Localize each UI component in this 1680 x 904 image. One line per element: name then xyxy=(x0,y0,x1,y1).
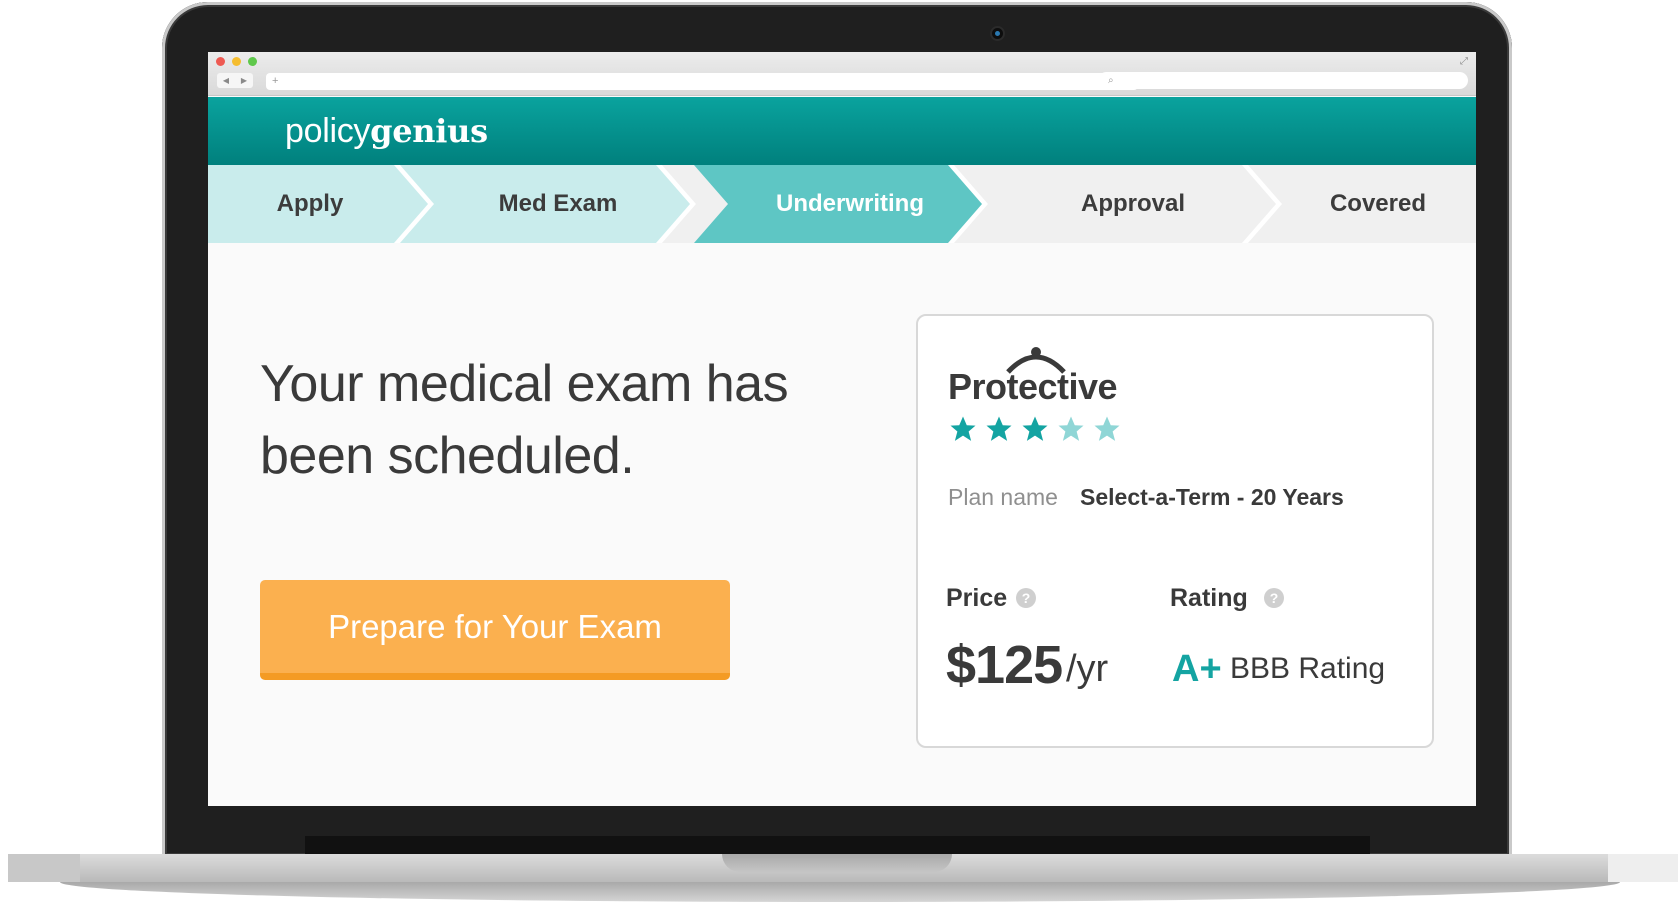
forward-icon[interactable]: ▶ xyxy=(241,76,247,85)
screen: ◀ ▶ + ⌕ ⤢ policygenius Apply Med Exam Ap… xyxy=(208,52,1476,806)
step-separator-icon xyxy=(394,165,434,243)
price-label: Price xyxy=(946,584,1008,612)
site-header: policygenius xyxy=(208,97,1476,165)
prepare-exam-button[interactable]: Prepare for Your Exam xyxy=(260,580,730,680)
laptop-base-bottom xyxy=(60,882,1620,902)
step-med-exam[interactable]: Med Exam xyxy=(412,165,694,243)
laptop-notch xyxy=(722,854,952,872)
price-unit: /yr xyxy=(1066,648,1109,690)
rating-grade: A+ xyxy=(1172,648,1222,690)
step-label: Apply xyxy=(276,190,344,217)
browser-toolbar: ◀ ▶ + ⌕ ⤢ xyxy=(208,52,1476,96)
step-separator-icon xyxy=(1242,165,1282,243)
step-label: Med Exam xyxy=(498,190,618,217)
fullscreen-icon[interactable]: ⤢ xyxy=(1460,56,1468,67)
step-separator-icon xyxy=(656,165,696,243)
rating-help-icon[interactable]: ? xyxy=(1264,588,1284,608)
carrier-name: Protective xyxy=(948,366,1118,407)
star-icon xyxy=(1058,416,1084,441)
step-covered[interactable]: Covered xyxy=(1280,165,1476,243)
maximize-window-button[interactable] xyxy=(248,57,257,66)
page-headline: Your medical exam has been scheduled. xyxy=(260,355,789,485)
step-apply[interactable]: Apply xyxy=(208,165,412,243)
star-icon xyxy=(1094,416,1120,441)
nav-buttons: ◀ ▶ xyxy=(217,73,253,88)
policygenius-logo[interactable]: policygenius xyxy=(285,112,488,151)
step-underwriting[interactable]: Underwriting xyxy=(694,165,986,243)
plan-card: Protective Plan name Select-a-Term - 20 … xyxy=(916,314,1434,748)
new-tab-icon[interactable]: + xyxy=(272,75,278,87)
step-label: Covered xyxy=(1329,190,1427,217)
rating-text: BBB Rating xyxy=(1230,652,1386,685)
plan-name-value: Select-a-Term - 20 Years xyxy=(1080,484,1344,510)
star-icon xyxy=(950,416,976,441)
step-separator-icon xyxy=(948,165,988,243)
laptop-hinge xyxy=(305,836,1370,854)
logo-text-light: policy xyxy=(285,112,371,150)
step-label: Underwriting xyxy=(776,190,924,217)
price-amount: $125 xyxy=(946,635,1063,695)
progress-steps: Apply Med Exam Approval Covered Underwri… xyxy=(208,165,1476,243)
close-window-button[interactable] xyxy=(216,57,225,66)
camera-icon xyxy=(992,28,1003,39)
star-icon xyxy=(986,416,1012,441)
minimize-window-button[interactable] xyxy=(232,57,241,66)
price-help-icon[interactable]: ? xyxy=(1016,588,1036,608)
star-icon xyxy=(1022,416,1048,441)
browser-search-field[interactable]: ⌕ xyxy=(1098,72,1468,89)
address-bar[interactable]: + xyxy=(266,73,1138,90)
star-rating xyxy=(948,414,1122,444)
step-label: Approval xyxy=(1080,190,1185,217)
search-icon: ⌕ xyxy=(1108,75,1114,86)
logo-text-bold: genius xyxy=(370,112,488,150)
plan-name-label: Plan name xyxy=(948,484,1058,510)
back-icon[interactable]: ◀ xyxy=(223,76,229,85)
step-approval[interactable]: Approval xyxy=(986,165,1280,243)
rating-label: Rating xyxy=(1170,584,1248,612)
